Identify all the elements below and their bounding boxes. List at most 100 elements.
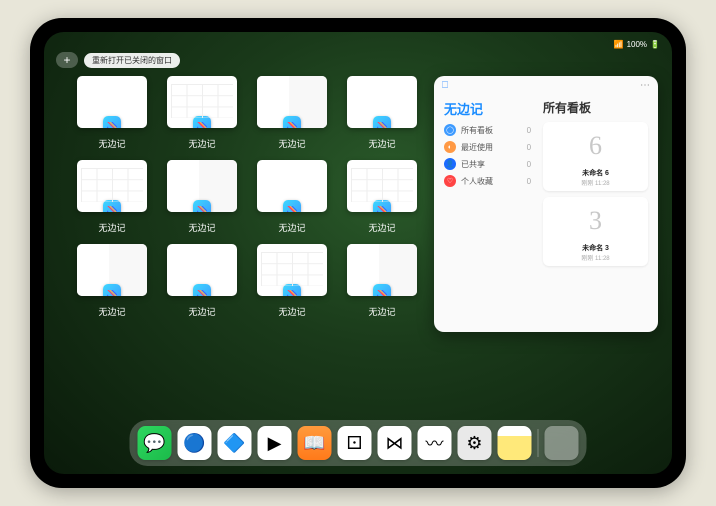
sidebar-item[interactable]: ◯ 所有看板 0 — [444, 124, 531, 136]
more-icon[interactable]: ⋯ — [640, 80, 650, 91]
thumbnail-preview — [77, 76, 147, 128]
dock-app-wechat[interactable]: 💬 — [138, 426, 172, 460]
dock-app-dice[interactable]: ⚀ — [338, 426, 372, 460]
freeform-app-icon — [283, 284, 301, 296]
ipad-frame: 📶 100% 🔋 + 重新打开已关闭的窗口 无边记无边记无边记无边记无边记无边记… — [30, 18, 686, 488]
menu-count: 0 — [527, 143, 531, 152]
board-timestamp: 刚刚 11:28 — [547, 178, 644, 187]
window-thumbnail[interactable]: 无边记 — [344, 76, 420, 150]
freeform-app-icon — [103, 284, 121, 296]
thumbnail-label: 无边记 — [188, 305, 215, 318]
window-thumbnail[interactable]: 无边记 — [344, 160, 420, 234]
thumbnail-label: 无边记 — [278, 137, 305, 150]
thumbnail-preview — [167, 160, 237, 212]
thumbnail-preview — [347, 244, 417, 296]
window-thumbnail[interactable]: 无边记 — [164, 244, 240, 318]
board-item[interactable]: 3 未命名 3刚刚 11:28 — [543, 197, 648, 266]
thumbnail-preview — [347, 76, 417, 128]
sidebar-item[interactable]: 👤 已共享 0 — [444, 158, 531, 170]
thumbnail-label: 无边记 — [98, 137, 125, 150]
dock-app-notes[interactable] — [498, 426, 532, 460]
thumbnail-label: 无边记 — [98, 305, 125, 318]
window-thumbnail[interactable]: 无边记 — [74, 244, 150, 318]
thumbnail-preview — [77, 244, 147, 296]
dock-app-app-blue2[interactable]: 🔷 — [218, 426, 252, 460]
board-item[interactable]: 6 未命名 6刚刚 11:28 — [543, 122, 648, 191]
sidebar-toggle-icon[interactable]: ⎕ — [442, 80, 448, 91]
ipad-screen: 📶 100% 🔋 + 重新打开已关闭的窗口 无边记无边记无边记无边记无边记无边记… — [44, 32, 672, 474]
window-thumbnail[interactable]: 无边记 — [344, 244, 420, 318]
freeform-app-icon — [283, 200, 301, 212]
new-window-button[interactable]: + — [56, 52, 78, 68]
thumbnail-label: 无边记 — [368, 137, 395, 150]
top-controls: + 重新打开已关闭的窗口 — [56, 52, 180, 68]
sidebar-menu: ◯ 所有看板 0 ◐ 最近使用 0 👤 已共享 0 ♡ 个人收藏 0 — [444, 124, 531, 187]
dock: 💬🔵🔷▶📖⚀⋈〰⚙ — [130, 420, 587, 466]
menu-label: 个人收藏 — [461, 176, 522, 187]
dock-app-app-blue1[interactable]: 🔵 — [178, 426, 212, 460]
menu-icon: ◐ — [444, 141, 456, 153]
dock-app-settings[interactable]: ⚙ — [458, 426, 492, 460]
menu-icon: ◯ — [444, 124, 456, 136]
thumbnail-label: 无边记 — [98, 221, 125, 234]
section-title: 所有看板 — [543, 99, 648, 116]
reopen-closed-window-button[interactable]: 重新打开已关闭的窗口 — [84, 53, 180, 68]
menu-count: 0 — [527, 160, 531, 169]
sidebar-item[interactable]: ♡ 个人收藏 0 — [444, 175, 531, 187]
freeform-app-icon — [193, 116, 211, 128]
freeform-app-icon — [283, 116, 301, 128]
signal-icon: 📶 — [614, 40, 624, 49]
thumbnail-label: 无边记 — [188, 221, 215, 234]
menu-count: 0 — [527, 177, 531, 186]
thumbnail-preview — [257, 244, 327, 296]
menu-icon: 👤 — [444, 158, 456, 170]
window-thumbnail[interactable]: 无边记 — [254, 244, 330, 318]
menu-label: 最近使用 — [461, 142, 522, 153]
window-thumbnail[interactable]: 无边记 — [254, 76, 330, 150]
dock-app-freeform[interactable]: 〰 — [418, 426, 452, 460]
freeform-app-icon — [193, 284, 211, 296]
board-preview: 6 — [574, 126, 618, 166]
thumbnail-preview — [347, 160, 417, 212]
window-thumbnail[interactable]: 无边记 — [164, 160, 240, 234]
menu-label: 已共享 — [461, 159, 522, 170]
freeform-app-icon — [373, 200, 391, 212]
board-name: 未命名 3 — [547, 243, 644, 253]
menu-icon: ♡ — [444, 175, 456, 187]
thumbnail-preview — [167, 244, 237, 296]
board-list: 6未命名 6刚刚 11:283未命名 3刚刚 11:28 — [543, 122, 648, 272]
thumbnail-label: 无边记 — [188, 137, 215, 150]
thumbnail-label: 无边记 — [368, 305, 395, 318]
window-thumbnail[interactable]: 无边记 — [74, 76, 150, 150]
thumbnail-preview — [77, 160, 147, 212]
window-thumbnail[interactable]: 无边记 — [254, 160, 330, 234]
board-preview: 3 — [574, 201, 618, 241]
thumbnail-preview — [257, 160, 327, 212]
dock-app-colorplay[interactable]: ▶ — [258, 426, 292, 460]
thumbnail-label: 无边记 — [368, 221, 395, 234]
freeform-app-icon — [103, 116, 121, 128]
menu-label: 所有看板 — [461, 125, 522, 136]
freeform-app-icon — [373, 284, 391, 296]
thumbnail-label: 无边记 — [278, 305, 305, 318]
freeform-app-icon — [373, 116, 391, 128]
battery-percent: 100% — [627, 40, 647, 49]
window-thumbnail[interactable]: 无边记 — [164, 76, 240, 150]
dock-app-books[interactable]: 📖 — [298, 426, 332, 460]
dock-app-connector[interactable]: ⋈ — [378, 426, 412, 460]
board-name: 未命名 6 — [547, 168, 644, 178]
dock-divider — [538, 429, 539, 457]
menu-count: 0 — [527, 126, 531, 135]
sidebar-item[interactable]: ◐ 最近使用 0 — [444, 141, 531, 153]
detail-sidebar: 无边记 ◯ 所有看板 0 ◐ 最近使用 0 👤 已共享 0 ♡ 个人收藏 0 — [434, 95, 537, 332]
content-area: 无边记无边记无边记无边记无边记无边记无边记无边记无边记无边记无边记无边记 ⎕ ⋯… — [74, 76, 658, 420]
app-title: 无边记 — [444, 99, 531, 118]
freeform-app-icon — [193, 200, 211, 212]
window-thumbnail[interactable]: 无边记 — [74, 160, 150, 234]
board-timestamp: 刚刚 11:28 — [547, 253, 644, 262]
window-thumbnail-grid: 无边记无边记无边记无边记无边记无边记无边记无边记无边记无边记无边记无边记 — [74, 76, 420, 420]
thumbnail-label: 无边记 — [278, 221, 305, 234]
thumbnail-preview — [167, 76, 237, 128]
dock-app-library[interactable] — [545, 426, 579, 460]
freeform-app-icon — [103, 200, 121, 212]
